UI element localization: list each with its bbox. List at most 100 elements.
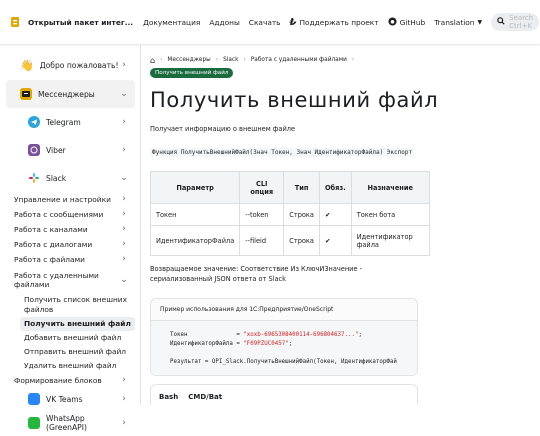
- function-signature: Функция ПолучитьВнешнийФайл(Знач Токен, …: [150, 148, 415, 157]
- table-cell: Токен: [149, 203, 241, 226]
- search-box[interactable]: Search Ctrl+K: [491, 13, 540, 31]
- nav-docs[interactable]: Документация: [143, 18, 200, 27]
- page-title: Получить внешний файл: [150, 88, 439, 112]
- brand[interactable]: Открытый пакет интег...: [8, 15, 133, 29]
- chevron-right-icon: ›: [122, 224, 126, 234]
- chevron-right-icon: ›: [122, 116, 126, 127]
- nav-github[interactable]: GitHub: [388, 16, 425, 28]
- table-cell: Идентификатор файла: [350, 225, 430, 256]
- chevron-right-icon: ›: [122, 194, 126, 204]
- table-cell: Строка: [283, 225, 320, 256]
- chevron-down-icon: ⌄: [120, 274, 128, 285]
- breadcrumb-item[interactable]: Мессенджеры: [167, 57, 210, 63]
- search-icon: [497, 17, 505, 27]
- chevron-right-icon: ›: [122, 393, 126, 404]
- viber-icon: [28, 144, 40, 156]
- chevron-right-icon: ›: [122, 375, 126, 385]
- check-icon: ✔: [318, 203, 352, 226]
- sidebar-item-telegram[interactable]: Telegram ›: [14, 108, 135, 136]
- col-header: Обяз.: [318, 171, 352, 204]
- tab-bash[interactable]: Bash: [159, 393, 178, 401]
- params-table: Параметр CLI опция Тип Обяз. Назначение …: [149, 171, 430, 256]
- translation-dropdown[interactable]: Translation ▼: [434, 18, 482, 27]
- sidebar-item-add-remote[interactable]: Добавить внешний файл: [20, 331, 135, 345]
- table-cell: ИдентификаторФайла: [149, 225, 241, 256]
- breadcrumb-item[interactable]: Slack: [223, 57, 238, 63]
- col-header: Параметр: [149, 171, 241, 204]
- code-block[interactable]: Токен = "xoxb-6965308400114-696804637...…: [151, 321, 417, 375]
- breadcrumb-separator-icon: ›: [351, 57, 355, 63]
- chevron-right-icon: ›: [122, 417, 126, 428]
- table-cell: Токен бота: [350, 203, 430, 226]
- table-row: ИдентификаторФайла --fileid Строка ✔ Иде…: [149, 225, 430, 256]
- nav-support[interactable]: ₺ Поддержать проект: [290, 17, 379, 28]
- breadcrumb-separator-icon: ›: [160, 57, 163, 63]
- logo-icon: [8, 15, 22, 29]
- sidebar-item-dialogs[interactable]: Работа с диалогами ›: [14, 237, 135, 252]
- sidebar-item-vkteams[interactable]: VK Teams ›: [14, 388, 135, 410]
- table-cell: --fileid: [239, 225, 285, 256]
- sidebar-item-channels[interactable]: Работа с каналами ›: [14, 222, 135, 237]
- shell-tabs: Bash CMD/Bat: [150, 384, 418, 405]
- main-content: ⌂ › Мессенджеры › Slack › Работа с удале…: [141, 44, 540, 405]
- table-cell: --token: [239, 203, 285, 226]
- table-row: Токен --token Строка ✔ Токен бота: [149, 203, 430, 226]
- chevron-right-icon: ›: [122, 144, 126, 155]
- sidebar: 👋 Добро пожаловать! › Мессенджеры ⌄ Tele…: [0, 44, 141, 432]
- vk-teams-icon: [28, 393, 40, 405]
- breadcrumb-current: Получить внешний файл: [150, 68, 234, 78]
- col-header: CLI опция: [239, 171, 285, 204]
- sidebar-item-viber[interactable]: Viber ›: [14, 136, 135, 164]
- table-cell: Строка: [283, 203, 320, 226]
- telegram-icon: [28, 116, 40, 128]
- check-icon: ✔: [318, 225, 352, 256]
- example-card: Пример использования для 1С:Предприятие/…: [150, 298, 418, 376]
- top-navbar: Открытый пакет интег... Документация Адд…: [0, 0, 540, 44]
- waving-hand-icon: 👋: [20, 58, 34, 72]
- sidebar-item-delete-remote[interactable]: Удалить внешний файл: [20, 359, 135, 373]
- chevron-right-icon: ›: [122, 59, 126, 70]
- slack-icon: [28, 172, 40, 184]
- slack-sections: Управление и настройки › Работа с сообще…: [14, 192, 135, 388]
- breadcrumb: ⌂ › Мессенджеры › Slack › Работа с удале…: [150, 54, 540, 66]
- breadcrumb-separator-icon: ›: [215, 57, 219, 63]
- breadcrumb-item[interactable]: Работа с удаленными файлами: [251, 57, 347, 63]
- sidebar-item-send-remote[interactable]: Отправить внешний файл: [20, 345, 135, 359]
- sidebar-item-whatsapp[interactable]: WhatsApp (GreenAPI) ›: [14, 410, 135, 436]
- caret-down-icon: ▼: [477, 18, 483, 26]
- nav-addons[interactable]: Аддоны: [209, 18, 239, 27]
- whatsapp-icon: [28, 417, 40, 429]
- nav-download[interactable]: Скачать: [249, 18, 281, 27]
- breadcrumb-separator-icon: ›: [243, 57, 246, 63]
- table-header-row: Параметр CLI опция Тип Обяз. Назначение: [149, 171, 430, 204]
- col-header: Назначение: [350, 171, 430, 204]
- return-value: Возвращаемое значение: Соответствие Из К…: [150, 265, 362, 283]
- sidebar-item-slack[interactable]: Slack ⌄: [14, 164, 135, 192]
- github-icon: [388, 16, 397, 28]
- sidebar-item-list-remote[interactable]: Получить список внешних файлов: [20, 293, 135, 317]
- remote-files-list: Получить список внешних файлов Получить …: [14, 293, 135, 373]
- sidebar-item-messages[interactable]: Работа с сообщениями ›: [14, 207, 135, 222]
- tab-cmd[interactable]: CMD/Bat: [188, 393, 222, 401]
- chevron-down-icon: ⌄: [120, 88, 128, 99]
- home-icon[interactable]: ⌂: [150, 56, 155, 65]
- sidebar-item-blocks[interactable]: Формирование блоков ›: [14, 373, 135, 388]
- messenger-icon: [20, 88, 32, 100]
- chevron-down-icon: ⌄: [120, 172, 128, 183]
- sidebar-item-settings[interactable]: Управление и настройки ›: [14, 192, 135, 207]
- page-intro: Получает информацию о внешнем файле: [150, 125, 296, 133]
- chevron-right-icon: ›: [122, 209, 126, 219]
- sidebar-item-welcome[interactable]: 👋 Добро пожаловать! ›: [6, 50, 135, 80]
- sidebar-item-files[interactable]: Работа с файлами ›: [14, 252, 135, 267]
- col-header: Тип: [283, 171, 320, 204]
- site-title: Открытый пакет интег...: [28, 17, 134, 27]
- signature-block: Функция ПолучитьВнешнийФайл(Знач Токен, …: [150, 146, 418, 159]
- support-icon: ₺: [289, 16, 297, 28]
- chevron-right-icon: ›: [122, 239, 126, 249]
- sidebar-item-messengers[interactable]: Мессенджеры ⌄: [6, 80, 135, 108]
- search-placeholder: Search Ctrl+K: [509, 14, 534, 30]
- chevron-right-icon: ›: [122, 254, 126, 264]
- sidebar-item-get-remote[interactable]: Получить внешний файл: [20, 317, 135, 331]
- messengers-list: Telegram › Viber › Slack ⌄ Управление и …: [6, 108, 135, 436]
- sidebar-item-remote-files[interactable]: Работа с удаленными файлами ⌄: [14, 267, 135, 293]
